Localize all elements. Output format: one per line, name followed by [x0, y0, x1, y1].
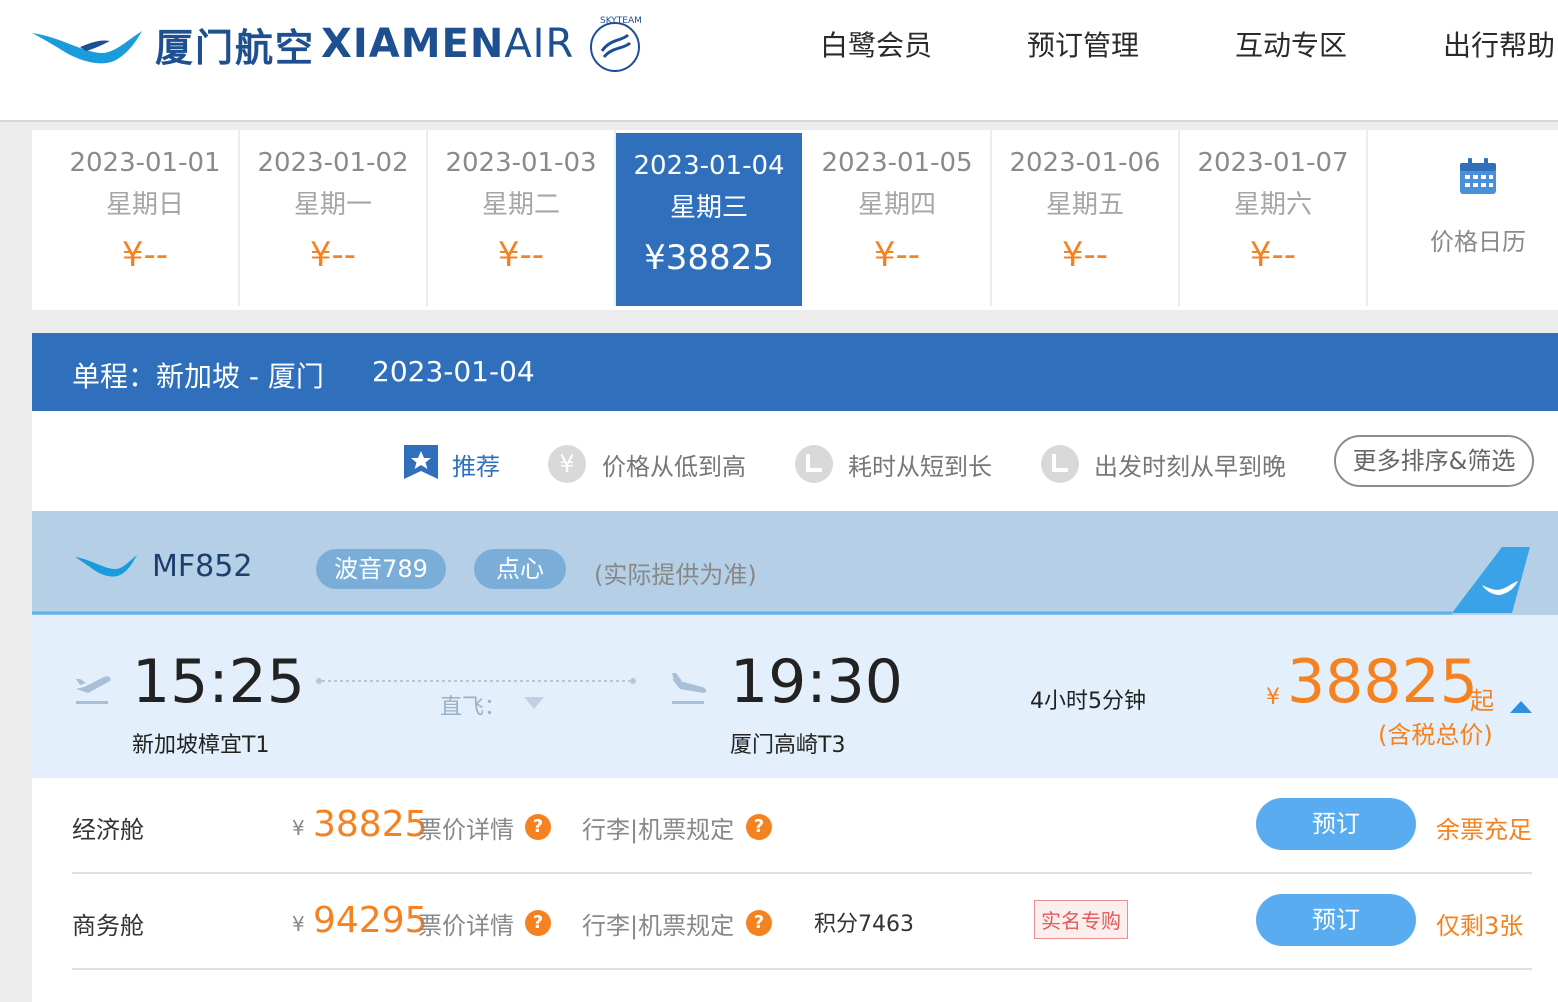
nav-interactive[interactable]: 互动专区 [1235, 24, 1347, 64]
weekday-text: 星期四 [857, 190, 936, 220]
help-icon[interactable]: ? [525, 910, 551, 936]
yen-icon: ¥ [548, 445, 586, 483]
fare-detail-link[interactable]: 票价详情 [418, 906, 514, 941]
route-date: 2023-01-04 [372, 355, 535, 388]
cabin-name: 商务舱 [72, 912, 144, 940]
date-cell[interactable]: 2023-01-06 星期五 ¥-- [992, 130, 1180, 306]
arrival-airport: 厦门高崎T3 [730, 733, 846, 758]
baggage-rules-link[interactable]: 行李|机票规定 [582, 906, 734, 941]
currency-symbol: ¥ [292, 816, 305, 840]
weekday-text: 星期二 [481, 190, 560, 220]
lowest-price: 38825 [1287, 647, 1478, 717]
cabin-name: 经济舱 [72, 816, 144, 844]
date-price: ¥-- [1061, 235, 1109, 275]
real-name-tag: 实名专购 [1034, 900, 1128, 939]
help-icon[interactable]: ? [746, 814, 772, 840]
date-cell-selected[interactable]: 2023-01-04 星期三 ¥38825 [616, 133, 802, 306]
date-text: 2023-01-05 [821, 148, 973, 178]
cabin-price: 38825 [313, 804, 428, 845]
date-text: 2023-01-02 [257, 148, 409, 178]
weekday-text: 星期五 [1045, 190, 1124, 220]
points-label: 积分7463 [814, 912, 914, 937]
tax-included-note: (含税总价) [1378, 721, 1493, 749]
more-sort-filter-button[interactable]: 更多排序&筛选 [1334, 435, 1534, 487]
sort-price[interactable]: 价格从低到高 [602, 447, 746, 482]
cabin-list: 经济舱 ¥ 38825 票价详情 ? 行李|机票规定 ? 预订 余票充足 商务舱… [32, 778, 1558, 1002]
flight-header: MF852 波音789 点心 (实际提供为准) [32, 511, 1558, 615]
site-header: 厦门航空 XIAMENAIR SKYTEAM 白鹭会员 预订管理 互动专区 出行… [0, 0, 1558, 122]
route-line-icon [316, 678, 636, 684]
date-text: 2023-01-06 [1009, 148, 1161, 178]
nav-travel-help[interactable]: 出行帮助 [1443, 24, 1555, 64]
date-strip: 2023-01-01 星期日 ¥-- 2023-01-02 星期一 ¥-- 20… [32, 130, 1558, 310]
sort-recommend[interactable]: 推荐 [452, 447, 500, 482]
departure-time: 15:25 [132, 647, 305, 717]
direct-flight-label[interactable]: 直飞： [440, 689, 506, 721]
calendar-icon [1460, 158, 1496, 194]
star-badge-icon [404, 445, 438, 479]
currency-symbol: ¥ [1266, 685, 1280, 710]
arrival-time: 19:30 [730, 647, 903, 717]
help-icon[interactable]: ? [746, 910, 772, 936]
help-icon[interactable]: ? [525, 814, 551, 840]
sort-duration[interactable]: 耗时从短到长 [848, 447, 992, 482]
date-price: ¥38825 [644, 238, 774, 278]
date-text: 2023-01-03 [445, 148, 597, 178]
takeoff-icon [76, 676, 111, 704]
clock-icon [795, 445, 833, 483]
flight-detail: 15:25 新加坡樟宜T1 直飞： 19:30 厦门高崎T3 4小时5分钟 ¥ … [32, 615, 1558, 778]
book-button[interactable]: 预订 [1256, 798, 1416, 850]
price-calendar-label: 价格日历 [1430, 228, 1526, 256]
price-calendar-button[interactable]: 价格日历 [1398, 130, 1558, 306]
date-price: ¥-- [1249, 235, 1297, 275]
currency-symbol: ¥ [292, 912, 305, 936]
fare-detail-link[interactable]: 票价详情 [418, 810, 514, 845]
date-price: ¥-- [121, 235, 169, 275]
date-price: ¥-- [873, 235, 921, 275]
date-cell[interactable]: 2023-01-03 星期二 ¥-- [428, 130, 616, 306]
date-text: 2023-01-07 [1197, 148, 1349, 178]
seat-availability: 余票充足 [1436, 816, 1532, 844]
date-price: ¥-- [309, 235, 357, 275]
weekday-text: 星期六 [1233, 190, 1312, 220]
date-cell[interactable]: 2023-01-02 星期一 ¥-- [240, 130, 428, 306]
date-text: 2023-01-04 [633, 151, 785, 181]
sort-departure[interactable]: 出发时刻从早到晚 [1094, 447, 1286, 482]
weekday-text: 星期日 [105, 190, 184, 220]
route-bar: 单程：新加坡 - 厦门 2023-01-04 [32, 333, 1558, 411]
tail-decoration-icon [32, 547, 1530, 615]
baggage-rules-link[interactable]: 行李|机票规定 [582, 810, 734, 845]
nav-member[interactable]: 白鹭会员 [820, 24, 932, 64]
cabin-row: 商务舱 ¥ 94295 票价详情 ? 行李|机票规定 ? 积分7463 实名专购… [72, 874, 1532, 970]
route-label: 单程：新加坡 - 厦门 [72, 360, 324, 393]
clock-icon [1041, 445, 1079, 483]
departure-airport: 新加坡樟宜T1 [132, 733, 270, 758]
date-cell[interactable]: 2023-01-07 星期六 ¥-- [1180, 130, 1368, 306]
date-price: ¥-- [497, 235, 545, 275]
collapse-arrow-icon[interactable] [1510, 701, 1532, 713]
flight-duration: 4小时5分钟 [1030, 689, 1146, 714]
price-from-label: 起 [1470, 687, 1494, 715]
weekday-text: 星期一 [293, 190, 372, 220]
cabin-row: 经济舱 ¥ 38825 票价详情 ? 行李|机票规定 ? 预订 余票充足 [72, 778, 1532, 874]
date-cell[interactable]: 2023-01-05 星期四 ¥-- [804, 130, 992, 306]
sort-bar: 推荐 ¥ 价格从低到高 耗时从短到长 出发时刻从早到晚 更多排序&筛选 [32, 411, 1558, 511]
nav-booking-manage[interactable]: 预订管理 [1027, 24, 1139, 64]
date-text: 2023-01-01 [69, 148, 221, 178]
main-nav: 白鹭会员 预订管理 互动专区 出行帮助 [0, 24, 1558, 64]
cabin-price: 94295 [313, 900, 428, 941]
date-cell[interactable]: 2023-01-01 星期日 ¥-- [52, 130, 240, 306]
weekday-text: 星期三 [669, 193, 748, 223]
seat-availability: 仅剩3张 [1436, 912, 1524, 940]
chevron-down-icon[interactable] [524, 697, 544, 709]
book-button[interactable]: 预订 [1256, 894, 1416, 946]
landing-icon [672, 673, 707, 704]
